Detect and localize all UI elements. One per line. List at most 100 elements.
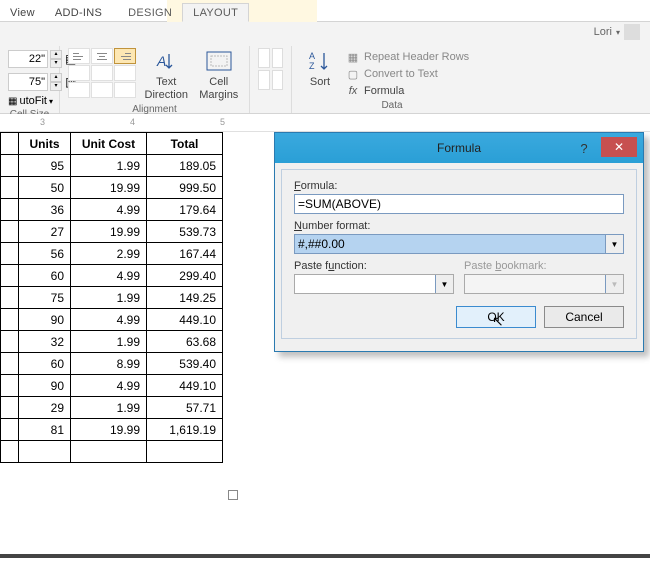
table-cell[interactable]: 179.64 bbox=[147, 199, 223, 221]
table-cell[interactable]: 60 bbox=[19, 353, 71, 375]
table-cell[interactable]: 2.99 bbox=[71, 243, 147, 265]
table-cell[interactable]: 1.99 bbox=[71, 287, 147, 309]
dialog-help-button[interactable]: ? bbox=[571, 137, 597, 159]
chevron-down-icon[interactable]: ▼ bbox=[605, 235, 623, 253]
table-row[interactable]: 608.99539.40 bbox=[1, 353, 223, 375]
table-row[interactable]: 291.9957.71 bbox=[1, 397, 223, 419]
table-cell[interactable]: 299.40 bbox=[147, 265, 223, 287]
align-bc[interactable] bbox=[91, 82, 113, 98]
col-header-unitcost[interactable]: Unit Cost bbox=[71, 133, 147, 155]
table-cell[interactable]: 19.99 bbox=[71, 221, 147, 243]
table-row[interactable]: 2719.99539.73 bbox=[1, 221, 223, 243]
table-cell[interactable]: 60 bbox=[19, 265, 71, 287]
paste-function-combo[interactable]: ▼ bbox=[294, 274, 454, 294]
table-cell[interactable]: 4.99 bbox=[71, 375, 147, 397]
fx-icon: fx bbox=[346, 84, 360, 98]
table-row[interactable]: 904.99449.10 bbox=[1, 309, 223, 331]
split-cells-icon[interactable] bbox=[272, 48, 284, 68]
cancel-button[interactable]: Cancel bbox=[544, 306, 624, 328]
table-cell[interactable]: 539.40 bbox=[147, 353, 223, 375]
col-header-total[interactable]: Total bbox=[147, 133, 223, 155]
table-cell[interactable]: 999.50 bbox=[147, 177, 223, 199]
table-cell[interactable]: 90 bbox=[19, 309, 71, 331]
table-row[interactable] bbox=[1, 441, 223, 463]
table-row[interactable]: 5019.99999.50 bbox=[1, 177, 223, 199]
dialog-close-button[interactable]: ✕ bbox=[601, 137, 637, 157]
table-cell[interactable]: 27 bbox=[19, 221, 71, 243]
table-row[interactable]: 562.99167.44 bbox=[1, 243, 223, 265]
split-table-icon[interactable] bbox=[258, 70, 270, 90]
table-cell[interactable]: 32 bbox=[19, 331, 71, 353]
align-bl[interactable] bbox=[68, 82, 90, 98]
ok-button[interactable]: OK bbox=[456, 306, 536, 328]
table-cell[interactable]: 4.99 bbox=[71, 265, 147, 287]
col-header-units[interactable]: Units bbox=[19, 133, 71, 155]
convert-icon: ▢ bbox=[346, 67, 360, 81]
align-tr[interactable] bbox=[114, 48, 136, 64]
table-cell[interactable]: 63.68 bbox=[147, 331, 223, 353]
table-cell[interactable]: 4.99 bbox=[71, 199, 147, 221]
horizontal-ruler[interactable]: 3 4 5 bbox=[0, 114, 650, 132]
col-width-input[interactable] bbox=[8, 73, 48, 91]
table-row[interactable]: 751.99149.25 bbox=[1, 287, 223, 309]
align-ml[interactable] bbox=[68, 65, 90, 81]
table-cell[interactable] bbox=[147, 441, 223, 463]
table-cell[interactable]: 167.44 bbox=[147, 243, 223, 265]
tab-addins[interactable]: ADD-INS bbox=[45, 4, 112, 21]
repeat-header-rows[interactable]: ▦Repeat Header Rows bbox=[346, 50, 469, 64]
table-row[interactable]: 8119.991,619.19 bbox=[1, 419, 223, 441]
align-tc[interactable] bbox=[91, 48, 113, 64]
convert-to-text[interactable]: ▢Convert to Text bbox=[346, 67, 469, 81]
user-account[interactable]: Lori ▾ bbox=[588, 22, 646, 42]
sort-button[interactable]: AZ Sort bbox=[300, 48, 340, 98]
table-cell[interactable]: 1.99 bbox=[71, 331, 147, 353]
svg-text:Z: Z bbox=[309, 61, 315, 71]
text-direction-button[interactable]: A Text Direction bbox=[144, 48, 189, 102]
table-cell[interactable]: 90 bbox=[19, 375, 71, 397]
table-cell[interactable]: 75 bbox=[19, 287, 71, 309]
table-row[interactable]: 951.99189.05 bbox=[1, 155, 223, 177]
table-cell[interactable]: 50 bbox=[19, 177, 71, 199]
merge2-icon[interactable] bbox=[272, 70, 284, 90]
merge-cells-icon[interactable] bbox=[258, 48, 270, 68]
align-br[interactable] bbox=[114, 82, 136, 98]
table-row[interactable]: 604.99299.40 bbox=[1, 265, 223, 287]
formula-button[interactable]: fxFormula bbox=[346, 84, 469, 98]
table-row[interactable]: 904.99449.10 bbox=[1, 375, 223, 397]
autofit-button[interactable]: ▦ utoFit▾ bbox=[8, 95, 51, 107]
table-cell[interactable]: 81 bbox=[19, 419, 71, 441]
tab-view[interactable]: View bbox=[0, 4, 45, 21]
table-cell[interactable]: 19.99 bbox=[71, 177, 147, 199]
tab-layout[interactable]: LAYOUT bbox=[182, 3, 249, 22]
table-cell[interactable] bbox=[71, 441, 147, 463]
align-mr[interactable] bbox=[114, 65, 136, 81]
table-cell[interactable]: 57.71 bbox=[147, 397, 223, 419]
table-cell[interactable]: 1.99 bbox=[71, 397, 147, 419]
table-cell[interactable]: 8.99 bbox=[71, 353, 147, 375]
table-cell[interactable]: 36 bbox=[19, 199, 71, 221]
table-cell[interactable]: 4.99 bbox=[71, 309, 147, 331]
table-cell[interactable]: 449.10 bbox=[147, 375, 223, 397]
table-cell[interactable]: 449.10 bbox=[147, 309, 223, 331]
align-mc[interactable] bbox=[91, 65, 113, 81]
number-format-combo[interactable]: #,##0.00 ▼ bbox=[294, 234, 624, 254]
row-height-input[interactable] bbox=[8, 50, 48, 68]
table-cell[interactable]: 1.99 bbox=[71, 155, 147, 177]
table-cell[interactable]: 149.25 bbox=[147, 287, 223, 309]
table-cell[interactable]: 29 bbox=[19, 397, 71, 419]
table-cell[interactable]: 19.99 bbox=[71, 419, 147, 441]
align-tl[interactable] bbox=[68, 48, 90, 64]
formula-input[interactable] bbox=[294, 194, 624, 214]
table-row[interactable]: 321.9963.68 bbox=[1, 331, 223, 353]
table-cell[interactable]: 539.73 bbox=[147, 221, 223, 243]
cell-margins-button[interactable]: Cell Margins bbox=[197, 48, 242, 102]
table-cell[interactable]: 56 bbox=[19, 243, 71, 265]
tab-design[interactable]: DESIGN bbox=[118, 4, 182, 21]
table-cell[interactable]: 1,619.19 bbox=[147, 419, 223, 441]
table-cell[interactable]: 189.05 bbox=[147, 155, 223, 177]
table-row[interactable]: 364.99179.64 bbox=[1, 199, 223, 221]
table-cell[interactable] bbox=[19, 441, 71, 463]
table-cell[interactable]: 95 bbox=[19, 155, 71, 177]
data-table[interactable]: Units Unit Cost Total 951.99189.055019.9… bbox=[0, 132, 223, 463]
table-resize-handle[interactable] bbox=[228, 490, 238, 500]
